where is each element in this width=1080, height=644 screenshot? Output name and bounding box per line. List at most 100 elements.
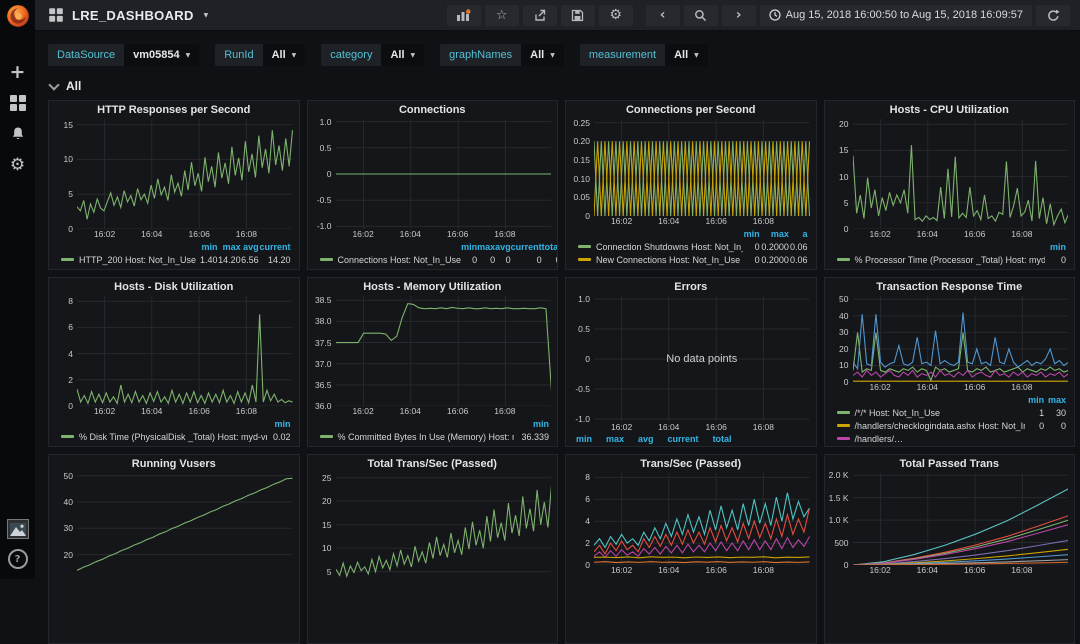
plot-area[interactable]: 1.00.50-0.5-1.0 bbox=[312, 119, 552, 229]
plot-area[interactable]: 151050 bbox=[53, 119, 293, 229]
chart[interactable]: 50403020 bbox=[49, 473, 299, 643]
panel-title[interactable]: Hosts - CPU Utilization bbox=[825, 101, 1075, 119]
panel-title[interactable]: Hosts - Disk Utilization bbox=[49, 278, 299, 296]
legend-series[interactable]: % Processor Time (Processor _Total) Host… bbox=[837, 254, 1045, 267]
plot-area[interactable]: 86420 bbox=[570, 473, 810, 565]
legend-stat-header[interactable]: max bbox=[218, 241, 241, 254]
chart[interactable]: 252015105 bbox=[308, 473, 558, 643]
legend-stat-header[interactable]: avg bbox=[495, 241, 511, 254]
filter-datasource[interactable]: DataSource vm05854▼ bbox=[48, 44, 199, 66]
panel-title[interactable]: Total Trans/Sec (Passed) bbox=[308, 455, 558, 473]
panel-title[interactable]: Total Passed Trans bbox=[825, 455, 1075, 473]
refresh-button[interactable] bbox=[1036, 5, 1070, 26]
legend-stat-header[interactable]: max bbox=[760, 228, 789, 241]
chart[interactable]: 1.00.50-0.5-1.0No data points16:0216:041… bbox=[566, 296, 816, 446]
legend-series[interactable]: Connection Shutdowns Host: Not_In_Use bbox=[578, 241, 743, 254]
star-button[interactable]: ☆ bbox=[485, 5, 519, 26]
legend-stat-header[interactable]: max bbox=[477, 241, 495, 254]
filter-category[interactable]: category All▼ bbox=[321, 44, 424, 66]
legend-series[interactable]: % Committed Bytes In Use (Memory) Host: … bbox=[320, 431, 515, 444]
panel-title[interactable]: Transaction Response Time bbox=[825, 278, 1075, 296]
settings-gear-icon[interactable]: ⚙ bbox=[7, 154, 29, 176]
legend-stat-header[interactable]: max bbox=[606, 434, 624, 444]
plot-area[interactable]: 252015105 bbox=[312, 473, 552, 581]
zoom-out-button[interactable] bbox=[684, 5, 718, 26]
y-tick-label: 5 bbox=[68, 189, 73, 199]
chart[interactable]: 8642016:0216:0416:0616:08 bbox=[566, 473, 816, 643]
x-tick-label: 16:02 bbox=[611, 216, 632, 226]
grafana-logo-icon[interactable] bbox=[5, 3, 31, 29]
plot-area[interactable]: 20151050 bbox=[829, 119, 1069, 229]
filter-runid[interactable]: RunId All▼ bbox=[215, 44, 305, 66]
time-back-button[interactable]: ‹ bbox=[646, 5, 680, 26]
plot-area[interactable]: 38.538.037.537.036.536.0 bbox=[312, 296, 552, 406]
row-toggle-all[interactable]: All bbox=[50, 79, 81, 93]
legend-series[interactable]: New Connections Host: Not_In_Use bbox=[578, 254, 743, 267]
chart[interactable]: 2.0 K1.5 K1.0 K500016:0216:0416:0616:08 bbox=[825, 473, 1075, 643]
panel-title[interactable]: Running Vusers bbox=[49, 455, 299, 473]
legend-series[interactable]: % Disk Time (PhysicalDisk _Total) Host: … bbox=[61, 431, 267, 444]
legend-stat-header[interactable]: min bbox=[1025, 394, 1044, 407]
legend-stat-header[interactable]: current bbox=[259, 241, 291, 254]
save-button[interactable] bbox=[561, 5, 595, 26]
panel-title[interactable]: HTTP Responses per Second bbox=[49, 101, 299, 119]
add-icon[interactable]: + bbox=[7, 61, 29, 83]
chart[interactable]: 38.538.037.537.036.536.016:0216:0416:061… bbox=[308, 296, 558, 446]
legend-stat-header[interactable]: min bbox=[267, 418, 290, 431]
user-avatar[interactable] bbox=[7, 519, 29, 539]
panel-title[interactable]: Connections bbox=[308, 101, 558, 119]
chart[interactable]: 0.250.200.150.100.05016:0216:0416:0616:0… bbox=[566, 119, 816, 269]
legend-stat-header[interactable]: min bbox=[514, 418, 549, 431]
legend-stat-header[interactable]: min bbox=[743, 228, 760, 241]
chart[interactable]: 8642016:0216:0416:0616:08min% Disk Time … bbox=[49, 296, 299, 446]
plot-area[interactable]: 86420 bbox=[53, 296, 293, 406]
legend-stat-header[interactable]: min bbox=[576, 434, 592, 444]
panel-title[interactable]: Errors bbox=[566, 278, 816, 296]
legend-stat-header[interactable]: avg bbox=[638, 434, 654, 444]
legend-stat-header[interactable]: current bbox=[511, 241, 542, 254]
filter-measurement[interactable]: measurement All▼ bbox=[580, 44, 708, 66]
dashboard-title[interactable]: LRE_DASHBOARD bbox=[72, 8, 194, 23]
legend-stat-header[interactable]: avg bbox=[241, 241, 259, 254]
panel-title[interactable]: Connections per Second bbox=[566, 101, 816, 119]
chart[interactable]: 2015105016:0216:0416:0616:08min% Process… bbox=[825, 119, 1075, 269]
plot-area[interactable]: 1.00.50-0.5-1.0No data points bbox=[570, 296, 810, 422]
plot-area[interactable]: 50403020 bbox=[53, 473, 293, 573]
legend-stat-header[interactable]: min bbox=[461, 241, 477, 254]
legend-stat-value: 0 bbox=[477, 254, 495, 267]
legend-stat-value: 0 bbox=[461, 254, 477, 267]
add-panel-button[interactable] bbox=[447, 5, 481, 26]
legend-series[interactable]: HTTP_200 Host: Not_In_Use bbox=[61, 254, 200, 267]
legend-stat-header[interactable]: total bbox=[542, 241, 558, 254]
chart[interactable]: 15105016:0216:0416:0616:08minmaxavgcurre… bbox=[49, 119, 299, 269]
plot-area[interactable]: 2.0 K1.5 K1.0 K5000 bbox=[829, 473, 1069, 565]
legend-stat-value: 0.06 bbox=[789, 241, 808, 254]
legend-stat-header[interactable]: min bbox=[200, 241, 218, 254]
chart[interactable]: 1.00.50-0.5-1.016:0216:0416:0616:08minma… bbox=[308, 119, 558, 269]
dashboards-icon[interactable] bbox=[7, 92, 29, 114]
chart[interactable]: 5040302010016:0216:0416:0616:08minmax/*/… bbox=[825, 296, 1075, 446]
legend-series[interactable]: /handlers/checklogindata.ashx Host: Not_… bbox=[837, 420, 1025, 433]
plot-area[interactable]: 50403020100 bbox=[829, 296, 1069, 382]
dashboard-settings-icon[interactable]: ⚙ bbox=[599, 5, 633, 26]
panel-title[interactable]: Trans/Sec (Passed) bbox=[566, 455, 816, 473]
y-tick-label: 0 bbox=[844, 224, 849, 234]
share-button[interactable] bbox=[523, 5, 557, 26]
legend-series[interactable]: /handlers/… bbox=[837, 433, 1025, 446]
filter-graphnames[interactable]: graphNames All▼ bbox=[440, 44, 564, 66]
plot-area[interactable]: 0.250.200.150.100.050 bbox=[570, 119, 810, 216]
help-icon[interactable]: ? bbox=[8, 549, 28, 569]
legend-stat-header[interactable]: a bbox=[789, 228, 808, 241]
time-forward-button[interactable]: › bbox=[722, 5, 756, 26]
panel-connections-per-second: Connections per Second 0.250.200.150.100… bbox=[565, 100, 817, 270]
legend-stat-header[interactable]: max bbox=[1044, 394, 1066, 407]
title-caret-icon[interactable]: ▼ bbox=[204, 12, 209, 19]
time-range-button[interactable]: Aug 15, 2018 16:00:50 to Aug 15, 2018 16… bbox=[760, 5, 1032, 26]
legend-series[interactable]: /*/* Host: Not_In_Use bbox=[837, 407, 1025, 420]
legend-stat-header[interactable]: current bbox=[668, 434, 699, 444]
alerting-bell-icon[interactable] bbox=[7, 123, 29, 145]
legend-series[interactable]: Connections Host: Not_In_Use bbox=[320, 254, 462, 267]
legend-stat-header[interactable]: min bbox=[1045, 241, 1067, 254]
legend-stat-header[interactable]: total bbox=[713, 434, 732, 444]
panel-title[interactable]: Hosts - Memory Utilization bbox=[308, 278, 558, 296]
